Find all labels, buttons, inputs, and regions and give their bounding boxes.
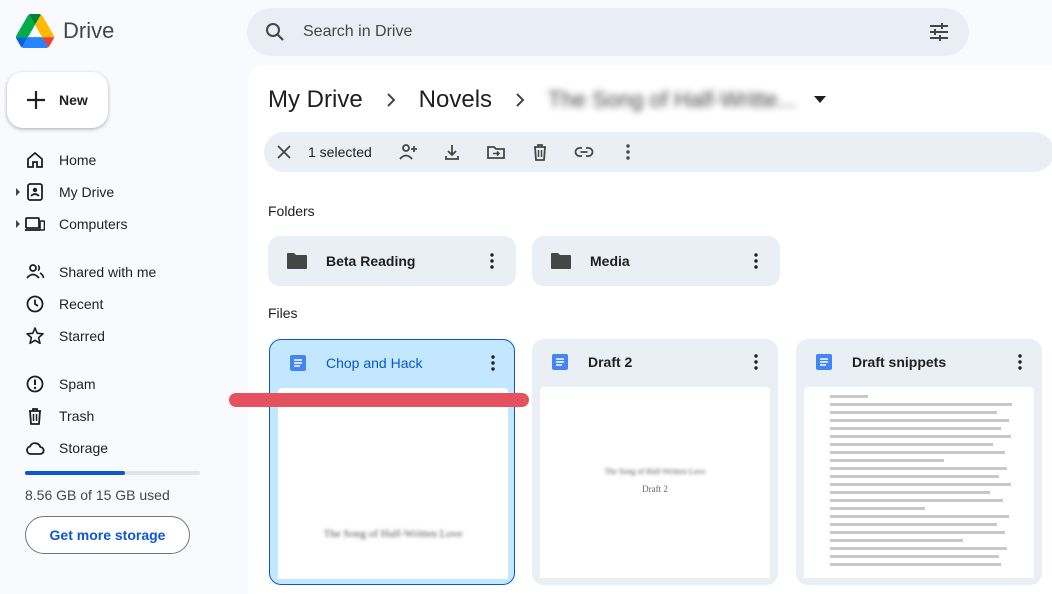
link-icon[interactable] xyxy=(574,142,594,162)
folder-card[interactable]: Beta Reading xyxy=(268,236,516,286)
folder-icon xyxy=(551,253,571,269)
document-text-preview xyxy=(830,395,1020,571)
search-icon[interactable] xyxy=(263,20,287,44)
cloud-icon xyxy=(26,442,45,455)
file-card-header: Chop and Hack xyxy=(270,340,514,386)
chevron-right-icon xyxy=(516,93,525,107)
move-to-folder-icon[interactable] xyxy=(486,142,506,162)
folder-icon xyxy=(287,253,307,269)
more-vert-icon[interactable] xyxy=(618,142,638,162)
thumbnail-title-text: The Song of Half-Written Love xyxy=(323,528,463,540)
folder-name: Media xyxy=(590,253,630,269)
sidebar-item-label: Home xyxy=(59,152,97,168)
new-button-label: New xyxy=(59,92,88,108)
file-thumbnail xyxy=(804,387,1034,578)
docs-icon xyxy=(290,355,306,371)
thumbnail-subtitle-text: Draft 2 xyxy=(642,484,668,494)
file-card[interactable]: Draft 2 The Song of Half-Written Love Dr… xyxy=(532,339,778,585)
storage-usage-bar xyxy=(25,471,200,475)
sidebar-item-label: Spam xyxy=(59,376,96,392)
expand-caret-icon[interactable] xyxy=(15,219,21,229)
more-vert-icon[interactable] xyxy=(754,354,758,370)
file-card-header: Draft 2 xyxy=(532,339,778,385)
folder-name: Beta Reading xyxy=(326,253,416,269)
docs-icon xyxy=(816,354,832,370)
folders-heading: Folders xyxy=(268,203,315,219)
search-bar[interactable]: Search in Drive xyxy=(247,8,969,56)
search-input[interactable]: Search in Drive xyxy=(303,23,412,41)
main-content: My Drive Novels The Song of Half-Writte.… xyxy=(248,65,1052,594)
selection-toolbar: 1 selected xyxy=(264,132,1052,172)
drive-logo-icon xyxy=(16,14,54,48)
sidebar-item-label: My Drive xyxy=(59,184,115,200)
close-icon[interactable] xyxy=(276,144,292,160)
sidebar-item-starred[interactable]: Starred xyxy=(0,320,240,352)
more-vert-icon[interactable] xyxy=(754,253,758,269)
sidebar-item-spam[interactable]: Spam xyxy=(0,368,240,400)
clock-icon xyxy=(26,295,44,313)
sidebar-item-recent[interactable]: Recent xyxy=(0,288,240,320)
search-options-icon[interactable] xyxy=(927,20,951,44)
red-annotation-stroke xyxy=(229,393,529,407)
home-icon xyxy=(27,151,43,168)
shared-icon xyxy=(26,264,45,279)
spam-icon xyxy=(26,375,44,393)
breadcrumb: My Drive Novels The Song of Half-Writte.… xyxy=(268,85,826,115)
trash-icon xyxy=(29,408,41,425)
my-drive-icon xyxy=(27,183,43,201)
file-thumbnail: The Song of Half-Written Love Draft 2 xyxy=(540,387,770,578)
star-icon xyxy=(26,327,44,345)
docs-icon xyxy=(552,354,568,370)
computers-icon xyxy=(25,217,45,231)
thumbnail-title-text: The Song of Half-Written Love xyxy=(604,467,706,476)
more-vert-icon[interactable] xyxy=(491,355,495,371)
sidebar-item-storage[interactable]: Storage xyxy=(0,432,240,464)
expand-caret-icon[interactable] xyxy=(15,187,21,197)
sidebar-item-label: Shared with me xyxy=(59,264,157,280)
new-button[interactable]: New xyxy=(7,72,108,128)
sidebar-item-label: Recent xyxy=(59,296,104,312)
storage-used-text: 8.56 GB of 15 GB used xyxy=(25,487,170,503)
sidebar-item-label: Storage xyxy=(59,440,109,456)
sidebar-item-computers[interactable]: Computers xyxy=(0,208,240,240)
file-card[interactable]: Draft snippets xyxy=(796,339,1042,585)
sidebar-item-home[interactable]: Home xyxy=(0,144,240,176)
plus-icon xyxy=(27,91,45,109)
app-name: Drive xyxy=(63,18,115,43)
sidebar-item-label: Computers xyxy=(59,216,128,232)
sidebar-item-label: Starred xyxy=(59,328,105,344)
selection-count: 1 selected xyxy=(308,144,372,160)
more-vert-icon[interactable] xyxy=(1018,354,1022,370)
get-more-storage-button[interactable]: Get more storage xyxy=(25,516,190,554)
share-add-person-icon[interactable] xyxy=(398,142,418,162)
storage-usage-fill xyxy=(25,471,125,475)
more-vert-icon[interactable] xyxy=(490,253,494,269)
files-heading: Files xyxy=(268,305,298,321)
download-icon[interactable] xyxy=(442,142,462,162)
folder-card[interactable]: Media xyxy=(532,236,780,286)
trash-icon[interactable] xyxy=(530,142,550,162)
file-name: Draft snippets xyxy=(852,354,947,370)
breadcrumb-novels[interactable]: Novels xyxy=(419,86,492,114)
chevron-right-icon xyxy=(386,93,396,107)
file-name: Draft 2 xyxy=(588,354,633,370)
sidebar-item-my-drive[interactable]: My Drive xyxy=(0,176,240,208)
file-name: Chop and Hack xyxy=(326,355,423,371)
dropdown-arrow-icon[interactable] xyxy=(813,96,826,104)
sidebar-item-shared-with-me[interactable]: Shared with me xyxy=(0,256,240,288)
breadcrumb-current-folder[interactable]: The Song of Half-Writte... xyxy=(548,87,796,113)
drive-logo[interactable]: Drive xyxy=(16,14,114,48)
sidebar-item-trash[interactable]: Trash xyxy=(0,400,240,432)
file-thumbnail: The Song of Half-Written Love xyxy=(278,388,508,579)
breadcrumb-my-drive[interactable]: My Drive xyxy=(268,86,363,114)
file-card[interactable]: Chop and Hack The Song of Half-Written L… xyxy=(269,339,515,585)
sidebar-item-label: Trash xyxy=(59,408,95,424)
file-card-header: Draft snippets xyxy=(796,339,1042,385)
